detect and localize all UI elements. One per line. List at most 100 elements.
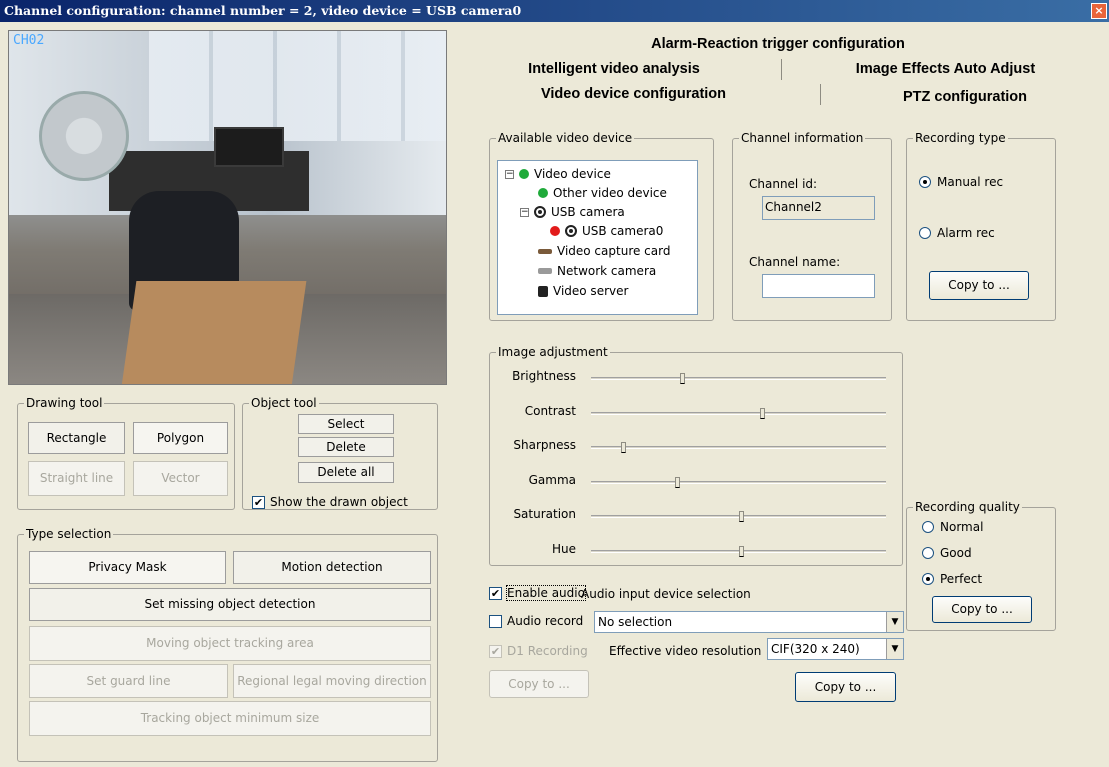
manual-rec-label: Manual rec bbox=[937, 175, 1004, 189]
normal-quality-label: Normal bbox=[940, 520, 984, 534]
manual-rec-radio[interactable]: Manual rec bbox=[919, 175, 1003, 189]
d1-recording-checkbox[interactable]: ✔ D1 Recording bbox=[489, 644, 588, 658]
perfect-quality-label: Perfect bbox=[940, 572, 983, 586]
rectangle-button[interactable]: Rectangle bbox=[28, 422, 125, 454]
recording-quality-copy-button[interactable]: Copy to ... bbox=[932, 596, 1032, 623]
show-drawn-checkbox[interactable]: ✔ Show the drawn object bbox=[252, 495, 408, 509]
tree-label: Network camera bbox=[557, 264, 657, 278]
slider-thumb-saturation[interactable] bbox=[739, 511, 745, 522]
slider-track-contrast[interactable] bbox=[591, 411, 886, 415]
resolution-select[interactable]: CIF(320 x 240) ▼ bbox=[767, 638, 904, 660]
slider-label-contrast: Contrast bbox=[524, 403, 576, 418]
image-adjustment-group: Image adjustment bbox=[489, 345, 903, 566]
copy-to-disabled-button[interactable]: Copy to ... bbox=[489, 670, 589, 698]
tracking-area-button[interactable]: Moving object tracking area bbox=[29, 626, 431, 661]
missing-object-button[interactable]: Set missing object detection bbox=[29, 588, 431, 621]
min-size-button[interactable]: Tracking object minimum size bbox=[29, 701, 431, 736]
slider-track-gamma[interactable] bbox=[591, 480, 886, 484]
slider-label-hue: Hue bbox=[551, 541, 576, 556]
show-drawn-label: Show the drawn object bbox=[270, 495, 408, 509]
video-server-icon bbox=[538, 285, 548, 297]
enable-audio-checkbox[interactable]: ✔ Enable audio bbox=[489, 585, 586, 601]
close-button[interactable]: × bbox=[1091, 3, 1107, 19]
slider-label-saturation: Saturation bbox=[513, 507, 576, 521]
window-title-bar: Channel configuration: channel number = … bbox=[0, 0, 1109, 22]
audio-input-label: Audio input device selection bbox=[581, 587, 751, 601]
drawing-tool-legend: Drawing tool bbox=[24, 396, 105, 410]
slider-label-sharpness: Sharpness bbox=[513, 438, 576, 452]
audio-device-select[interactable]: No selection ▼ bbox=[594, 611, 904, 633]
d1-recording-label: D1 Recording bbox=[507, 644, 588, 658]
tree-node-other-video-device[interactable]: Other video device bbox=[538, 186, 667, 200]
slider-thumb-gamma[interactable] bbox=[674, 476, 680, 488]
legal-direction-button[interactable]: Regional legal moving direction bbox=[233, 664, 431, 698]
tree-node-capture-card[interactable]: Video capture card bbox=[538, 244, 670, 258]
vector-button[interactable]: Vector bbox=[133, 461, 228, 496]
tree-label: Video capture card bbox=[557, 244, 671, 258]
delete-button[interactable]: Delete bbox=[298, 437, 394, 457]
slider-track-sharpness[interactable] bbox=[591, 446, 886, 449]
radio-selected-icon bbox=[922, 573, 934, 585]
slider-thumb-sharpness[interactable] bbox=[621, 442, 627, 453]
show-drawn-check-icon: ✔ bbox=[252, 495, 265, 509]
slider-thumb-brightness[interactable] bbox=[680, 373, 686, 384]
tree-node-usb-camera[interactable]: − USB camera bbox=[520, 205, 625, 219]
network-camera-icon bbox=[538, 268, 552, 274]
privacy-mask-button[interactable]: Privacy Mask bbox=[29, 551, 226, 584]
tab-video-device[interactable]: Video device configuration bbox=[447, 84, 821, 105]
left-pane: CH02 Drawing tool Rectangle Polygon Stra… bbox=[0, 22, 447, 767]
slider-label-brightness: Brightness bbox=[512, 369, 576, 383]
tab-alarm-reaction[interactable]: Alarm-Reaction trigger configuration bbox=[447, 34, 1109, 55]
tree-node-video-server[interactable]: Video server bbox=[538, 284, 628, 298]
tree-label: USB camera bbox=[551, 205, 625, 219]
tree-label: USB camera0 bbox=[582, 224, 664, 238]
image-adjustment-legend: Image adjustment bbox=[496, 345, 610, 359]
dropdown-arrow-icon[interactable]: ▼ bbox=[886, 639, 903, 659]
available-device-legend: Available video device bbox=[496, 131, 635, 145]
recording-type-legend: Recording type bbox=[913, 131, 1008, 145]
tab-ptz[interactable]: PTZ configuration bbox=[821, 87, 1109, 108]
slider-track-brightness[interactable] bbox=[591, 377, 886, 380]
tree-node-usb-camera0[interactable]: USB camera0 bbox=[550, 224, 663, 238]
channel-id-field[interactable]: Channel2 bbox=[762, 196, 875, 220]
red-dot-icon bbox=[550, 226, 560, 236]
tab-intelligent-video[interactable]: Intelligent video analysis bbox=[447, 59, 782, 80]
motion-detection-button[interactable]: Motion detection bbox=[233, 551, 431, 584]
recording-quality-legend: Recording quality bbox=[913, 500, 1022, 514]
channel-overlay-label: CH02 bbox=[13, 33, 45, 48]
guard-line-button[interactable]: Set guard line bbox=[29, 664, 228, 698]
preview-box bbox=[121, 281, 307, 384]
straight-line-button[interactable]: Straight line bbox=[28, 461, 125, 496]
good-quality-radio[interactable]: Good bbox=[922, 546, 972, 560]
channel-name-label: Channel name: bbox=[749, 255, 841, 269]
delete-all-button[interactable]: Delete all bbox=[298, 462, 394, 483]
recording-type-copy-button[interactable]: Copy to ... bbox=[929, 271, 1029, 300]
tab-row-3: Video device configuration PTZ configura… bbox=[447, 84, 1109, 105]
collapse-icon[interactable]: − bbox=[505, 169, 514, 179]
select-button[interactable]: Select bbox=[298, 414, 394, 434]
tab-row-2: Intelligent video analysis Image Effects… bbox=[447, 59, 1109, 80]
preview-window bbox=[149, 31, 446, 141]
tree-node-video-device[interactable]: − Video device bbox=[505, 167, 611, 181]
device-tree[interactable]: − Video device Other video device − USB … bbox=[497, 160, 698, 315]
tab-image-effects[interactable]: Image Effects Auto Adjust bbox=[782, 59, 1109, 80]
normal-quality-radio[interactable]: Normal bbox=[922, 520, 983, 534]
radio-selected-icon bbox=[919, 176, 931, 188]
copy-to-button[interactable]: Copy to ... bbox=[795, 672, 896, 702]
collapse-icon[interactable]: − bbox=[520, 207, 529, 217]
channel-info-legend: Channel information bbox=[739, 131, 866, 145]
tree-node-network-camera[interactable]: Network camera bbox=[538, 264, 656, 278]
perfect-quality-radio[interactable]: Perfect bbox=[922, 572, 982, 586]
tree-label: Video server bbox=[553, 284, 629, 298]
polygon-button[interactable]: Polygon bbox=[133, 422, 228, 454]
channel-id-label: Channel id: bbox=[749, 177, 818, 191]
channel-name-field[interactable] bbox=[762, 274, 875, 298]
dropdown-arrow-icon[interactable]: ▼ bbox=[886, 612, 903, 632]
window-title: Channel configuration: channel number = … bbox=[4, 3, 522, 18]
slider-thumb-contrast[interactable] bbox=[760, 407, 766, 419]
slider-thumb-hue[interactable] bbox=[739, 545, 745, 557]
preview-fan bbox=[39, 91, 129, 181]
audio-record-checkbox[interactable]: Audio record bbox=[489, 614, 583, 628]
camera-preview[interactable]: CH02 bbox=[8, 30, 447, 385]
alarm-rec-radio[interactable]: Alarm rec bbox=[919, 226, 995, 240]
